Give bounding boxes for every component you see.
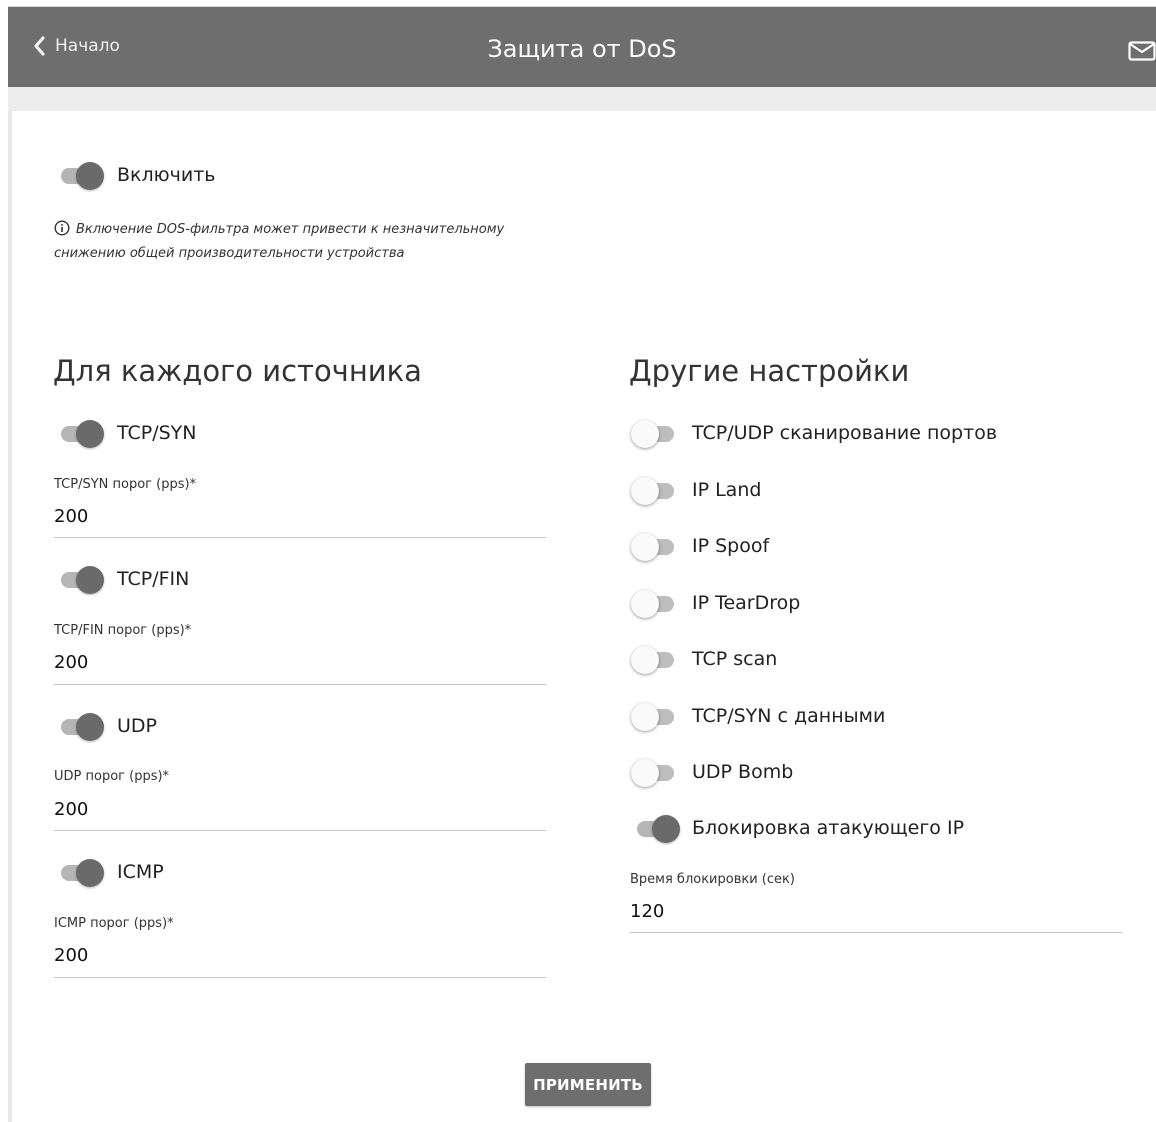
toggle-knob	[631, 477, 659, 505]
icmp-toggle[interactable]	[58, 857, 104, 887]
icmp-label: ICMP	[117, 861, 164, 883]
page-title: Защита от DoS	[487, 35, 677, 63]
enable-label: Включить	[117, 164, 216, 186]
icmp-underline	[54, 977, 546, 978]
info-icon	[54, 220, 70, 236]
toggle-knob	[631, 759, 659, 787]
toggle-knob	[631, 590, 659, 618]
enable-toggle[interactable]	[58, 160, 104, 190]
tcp-syn-threshold-label: TCP/SYN порог (pps)*	[54, 477, 197, 492]
tcp-udp-port-scan-toggle[interactable]	[631, 418, 677, 448]
ip-land-toggle[interactable]	[631, 475, 677, 505]
tcp-scan-label: TCP scan	[692, 648, 778, 670]
tcp-syn-with-data-toggle[interactable]	[631, 701, 677, 731]
udp-underline	[54, 830, 546, 831]
udp-threshold-label: UDP порог (pps)*	[54, 769, 170, 784]
udp-toggle[interactable]	[58, 711, 104, 741]
mail-icon[interactable]	[1128, 41, 1156, 61]
tcp-fin-toggle[interactable]	[58, 564, 104, 594]
tcp-fin-threshold-input[interactable]	[54, 649, 534, 675]
icmp-threshold-input[interactable]	[54, 942, 534, 968]
block-time-underline	[630, 932, 1122, 933]
apply-button[interactable]: ПРИМЕНИТЬ	[525, 1063, 651, 1106]
udp-label: UDP	[117, 715, 157, 737]
tcp-scan-toggle[interactable]	[631, 644, 677, 674]
tcp-fin-label: TCP/FIN	[117, 568, 190, 590]
block-time-input[interactable]	[630, 898, 1110, 924]
tcp-syn-toggle[interactable]	[58, 418, 104, 448]
ip-spoof-toggle[interactable]	[631, 531, 677, 561]
info-text: Включение DOS-фильтра может привести к н…	[54, 222, 505, 261]
udp-bomb-label: UDP Bomb	[692, 761, 794, 783]
ip-land-label: IP Land	[692, 479, 762, 501]
toggle-knob	[631, 420, 659, 448]
toggle-knob	[76, 859, 104, 887]
page-header: Начало Защита от DoS	[8, 7, 1156, 87]
tcp-syn-underline	[54, 537, 546, 538]
toggle-knob	[631, 646, 659, 674]
header-gutter	[8, 87, 1156, 111]
block-time-label: Время блокировки (сек)	[630, 872, 795, 887]
per-source-title: Для каждого источника	[53, 354, 422, 388]
content-left-border	[8, 111, 12, 1122]
info-note: Включение DOS-фильтра может привести к н…	[54, 218, 534, 266]
toggle-knob	[652, 815, 680, 843]
block-attacker-ip-label: Блокировка атакующего IP	[692, 817, 965, 839]
toggle-knob	[76, 162, 104, 190]
udp-threshold-input[interactable]	[54, 796, 534, 822]
tcp-fin-threshold-label: TCP/FIN порог (pps)*	[54, 623, 192, 638]
icmp-threshold-label: ICMP порог (pps)*	[54, 916, 174, 931]
ip-teardrop-toggle[interactable]	[631, 588, 677, 618]
tcp-fin-underline	[54, 684, 546, 685]
block-attacker-ip-toggle[interactable]	[634, 813, 680, 843]
toggle-knob	[631, 533, 659, 561]
ip-spoof-label: IP Spoof	[692, 535, 770, 557]
other-settings-title: Другие настройки	[629, 354, 910, 388]
udp-bomb-toggle[interactable]	[631, 757, 677, 787]
tcp-udp-port-scan-label: TCP/UDP сканирование портов	[692, 422, 998, 444]
tcp-syn-label: TCP/SYN	[117, 422, 197, 444]
ip-teardrop-label: IP TearDrop	[692, 592, 801, 614]
toggle-knob	[76, 713, 104, 741]
toggle-knob	[631, 703, 659, 731]
tcp-syn-with-data-label: TCP/SYN с данными	[692, 705, 886, 727]
tcp-syn-threshold-input[interactable]	[54, 503, 534, 529]
toggle-knob	[76, 566, 104, 594]
toggle-knob	[76, 420, 104, 448]
